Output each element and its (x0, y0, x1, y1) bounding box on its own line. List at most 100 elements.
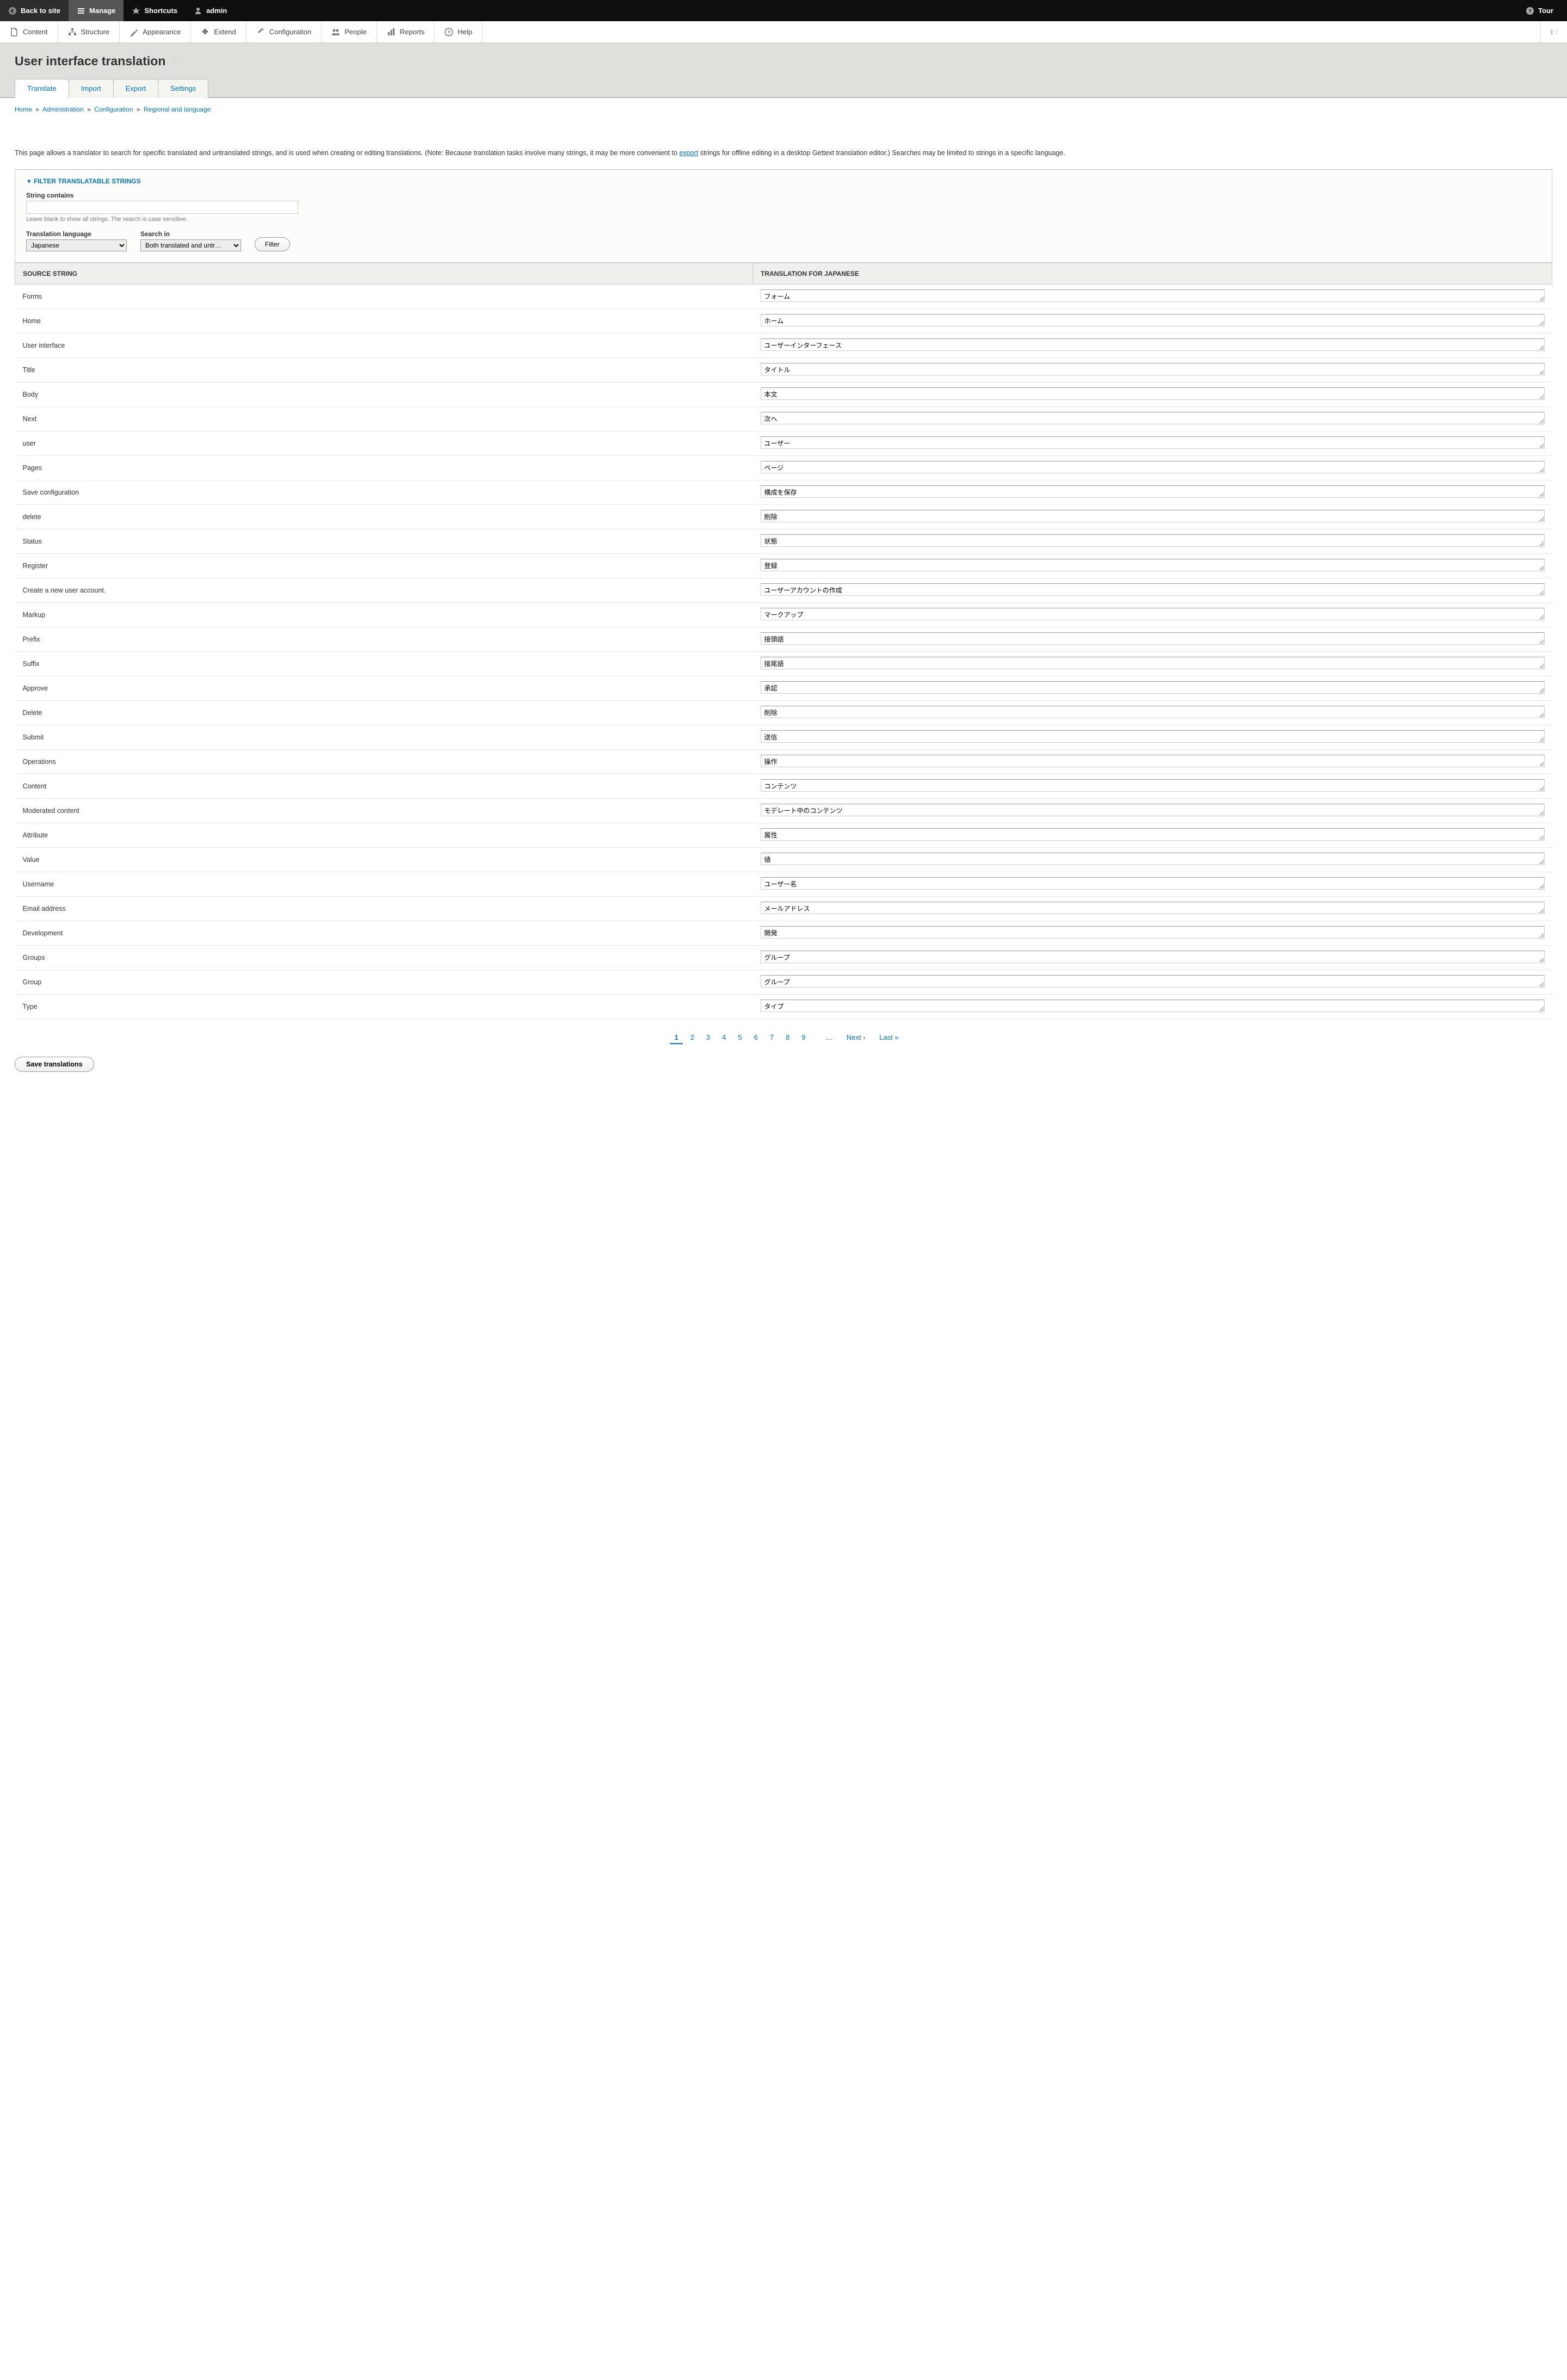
string-contains-input[interactable] (26, 201, 298, 214)
table-row: user (15, 431, 1552, 455)
table-header-row: SOURCE STRING TRANSLATION FOR JAPANESE (15, 263, 1552, 284)
shortcuts-button[interactable]: Shortcuts (124, 0, 186, 21)
translation-input[interactable] (761, 681, 1545, 694)
tab-translate[interactable]: Translate (15, 79, 69, 98)
tab-export[interactable]: Export (113, 79, 159, 98)
tabs: Translate Import Export Settings (15, 78, 1552, 97)
pagination-page[interactable]: 2 (686, 1032, 699, 1043)
extend-menu-item[interactable]: Extend (191, 21, 246, 42)
breadcrumb-home[interactable]: Home (15, 106, 32, 113)
pagination-next[interactable]: Next › (842, 1032, 870, 1043)
source-string-cell: Prefix (15, 627, 753, 651)
orientation-toggle[interactable] (1541, 21, 1567, 42)
translation-input[interactable] (761, 412, 1545, 424)
source-string-cell: User interface (15, 333, 753, 357)
people-menu-item[interactable]: People (322, 21, 377, 42)
translation-input[interactable] (761, 289, 1545, 302)
translation-language-select[interactable]: Japanese (26, 239, 127, 251)
back-to-site-button[interactable]: Back to site (0, 0, 69, 21)
translation-input[interactable] (761, 706, 1545, 718)
translation-input[interactable] (761, 1000, 1545, 1012)
reports-menu-item[interactable]: Reports (377, 21, 435, 42)
tour-button[interactable]: ? Tour (1517, 0, 1562, 21)
translation-input[interactable] (761, 926, 1545, 939)
translation-cell (753, 798, 1552, 823)
content-menu-item[interactable]: Content (0, 21, 58, 42)
content-label: Content (23, 28, 48, 36)
translation-input[interactable] (761, 853, 1545, 865)
breadcrumb-config[interactable]: Configuration (94, 106, 133, 113)
export-link[interactable]: export (679, 149, 698, 157)
translation-input[interactable] (761, 828, 1545, 841)
pagination-last[interactable]: Last » (875, 1032, 903, 1043)
lang-col: Translation language Japanese (26, 230, 127, 251)
people-label: People (344, 28, 366, 36)
breadcrumb-regional[interactable]: Regional and language (144, 106, 211, 113)
manage-button[interactable]: Manage (69, 0, 124, 21)
pagination-page[interactable]: 6 (750, 1032, 762, 1043)
appearance-menu-item[interactable]: Appearance (120, 21, 191, 42)
intro-part2: strings for offline editing in a desktop… (698, 149, 1065, 157)
source-string-cell: Next (15, 406, 753, 431)
appearance-icon (129, 28, 138, 36)
favorite-star-icon[interactable]: ☆ (170, 56, 178, 67)
table-row: Type (15, 994, 1552, 1019)
translation-input[interactable] (761, 583, 1545, 596)
translation-input[interactable] (761, 338, 1545, 351)
breadcrumb: Home » Administration » Configuration » … (0, 98, 1567, 121)
structure-menu-item[interactable]: Structure (58, 21, 120, 42)
pagination-current: 1 (670, 1032, 682, 1044)
translation-input[interactable] (761, 804, 1545, 816)
translation-input[interactable] (761, 314, 1545, 326)
user-button[interactable]: admin (186, 0, 235, 21)
translation-input[interactable] (761, 608, 1545, 620)
translation-input[interactable] (761, 975, 1545, 988)
translation-input[interactable] (761, 485, 1545, 498)
help-menu-item[interactable]: ? Help (435, 21, 483, 42)
breadcrumb-sep: » (87, 106, 91, 113)
filter-body: String contains Leave blank to show all … (26, 192, 1541, 251)
table-row: Value (15, 847, 1552, 872)
translation-input[interactable] (761, 436, 1545, 449)
pagination-page[interactable]: 9 (797, 1032, 810, 1043)
translation-input[interactable] (761, 902, 1545, 914)
intro-text: This page allows a translator to search … (15, 148, 1552, 158)
translation-input[interactable] (761, 559, 1545, 571)
help-icon: ? (1526, 7, 1534, 15)
tab-import[interactable]: Import (69, 79, 114, 98)
pagination-page[interactable]: 8 (781, 1032, 794, 1043)
translation-cell (753, 994, 1552, 1019)
translation-cell (753, 309, 1552, 333)
configuration-menu-item[interactable]: Configuration (246, 21, 322, 42)
pagination-page[interactable]: 4 (718, 1032, 730, 1043)
translation-input[interactable] (761, 534, 1545, 547)
translation-input[interactable] (761, 510, 1545, 522)
tab-settings[interactable]: Settings (158, 79, 208, 98)
pagination-page[interactable]: 3 (702, 1032, 714, 1043)
translation-input[interactable] (761, 730, 1545, 743)
search-in-select[interactable]: Both translated and untr… (140, 239, 241, 251)
source-string-cell: Content (15, 774, 753, 798)
translation-input[interactable] (761, 657, 1545, 669)
save-translations-button[interactable]: Save translations (15, 1057, 94, 1072)
filter-button[interactable]: Filter (255, 237, 290, 251)
translation-input[interactable] (761, 632, 1545, 645)
source-string-cell: Delete (15, 700, 753, 725)
breadcrumb-admin[interactable]: Administration (42, 106, 84, 113)
translation-input[interactable] (761, 387, 1545, 400)
translation-input[interactable] (761, 951, 1545, 963)
filter-region: FILTER TRANSLATABLE STRINGS String conta… (15, 169, 1552, 263)
translation-input[interactable] (761, 363, 1545, 375)
translation-input[interactable] (761, 877, 1545, 890)
translation-input[interactable] (761, 779, 1545, 792)
table-row: Body (15, 382, 1552, 406)
intro-part1: This page allows a translator to search … (15, 149, 679, 157)
translation-input[interactable] (761, 755, 1545, 767)
page-title: User interface translation (15, 54, 165, 69)
breadcrumb-sep: » (137, 106, 140, 113)
admin-menu: Content Structure Appearance Extend Conf… (0, 21, 1567, 43)
translation-input[interactable] (761, 461, 1545, 473)
pagination-page[interactable]: 7 (766, 1032, 778, 1043)
filter-legend[interactable]: FILTER TRANSLATABLE STRINGS (26, 177, 1541, 185)
pagination-page[interactable]: 5 (733, 1032, 746, 1043)
